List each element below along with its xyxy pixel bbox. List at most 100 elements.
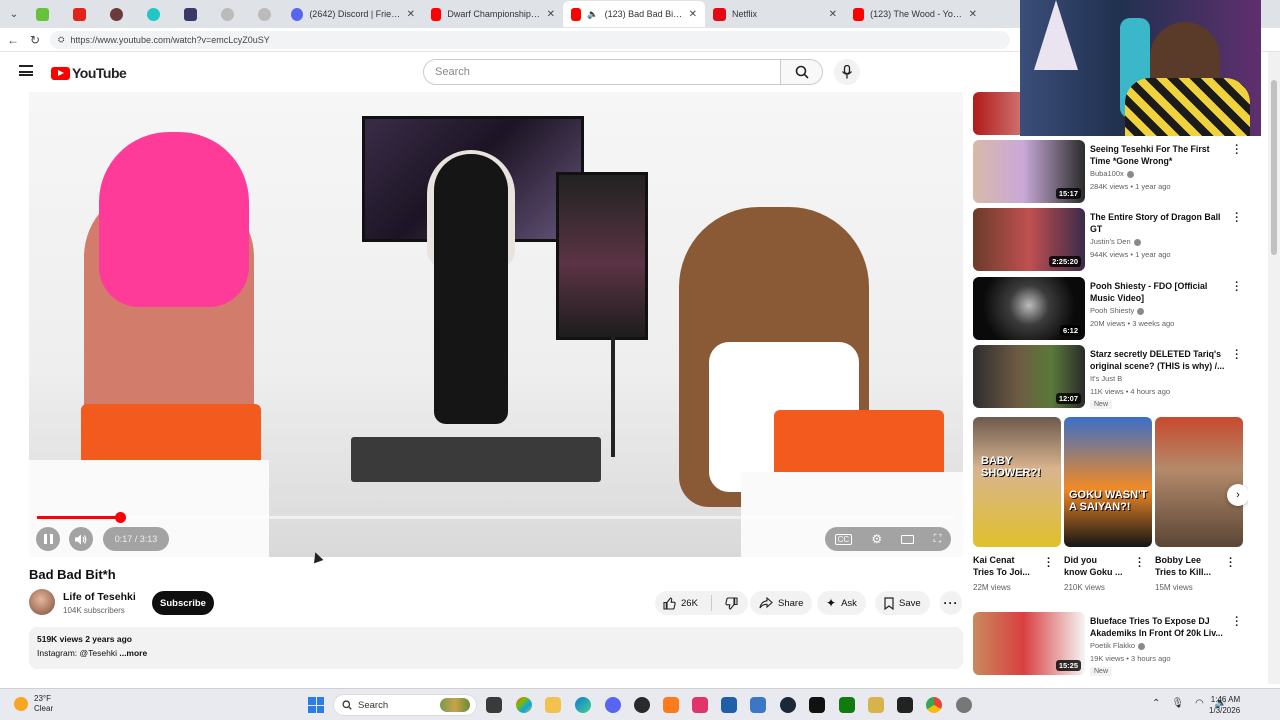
kebab-menu-icon[interactable]: · · ·: [1138, 554, 1142, 573]
tiktok-studio-icon[interactable]: [692, 697, 708, 713]
tab-dwarf-championship[interactable]: Dwarf Championship KO - Yo ✕: [423, 1, 563, 27]
search-input[interactable]: Search: [423, 59, 781, 85]
subscribe-button[interactable]: Subscribe: [152, 591, 214, 615]
file-explorer-icon[interactable]: [545, 697, 561, 713]
video-player[interactable]: 0:17 / 3:13 CC ⚙ ⛶: [29, 92, 963, 557]
settings-gear-icon[interactable]: [956, 697, 972, 713]
kebab-menu-icon[interactable]: · · ·: [1233, 209, 1241, 228]
bookmark-icon: [884, 596, 894, 610]
progress-bar-played: [37, 516, 120, 519]
menu-hamburger-icon[interactable]: [19, 65, 33, 76]
shorts-next-button[interactable]: ›: [1227, 484, 1248, 506]
tab-close-icon[interactable]: ✕: [547, 9, 555, 20]
short-item[interactable]: BABY SHOWER?! Kai Cenat Tries To Joi... …: [973, 417, 1061, 602]
steam-icon[interactable]: [780, 697, 796, 713]
captions-icon[interactable]: CC: [834, 533, 853, 545]
pinned-tab-4[interactable]: [135, 1, 172, 27]
more-actions-button[interactable]: ···: [940, 591, 962, 615]
like-count: 26K: [681, 597, 698, 609]
kebab-menu-icon[interactable]: · · ·: [1047, 554, 1051, 573]
settings-gear-icon[interactable]: ⚙: [871, 532, 882, 546]
search-button[interactable]: [781, 59, 823, 85]
tab-netflix[interactable]: Netflix ✕: [705, 1, 845, 27]
site-info-icon[interactable]: ⛭: [58, 35, 64, 45]
tiktok-icon[interactable]: [809, 697, 825, 713]
taskbar-search[interactable]: Search: [333, 694, 477, 716]
app-r-icon[interactable]: [868, 697, 884, 713]
start-windows-icon[interactable]: [308, 697, 324, 713]
description-box[interactable]: 519K views 2 years ago Instagram: @Teseh…: [29, 627, 963, 669]
app-black-icon[interactable]: [897, 697, 913, 713]
short-thumb-text: BABY SHOWER?!: [981, 455, 1041, 479]
weather-widget[interactable]: 23°F Clear: [14, 694, 53, 714]
pinned-tab-1[interactable]: [24, 1, 61, 27]
tab-bad-bad-bitch[interactable]: 🔈 (123) Bad Bad Bit*h - Yo ✕: [563, 1, 705, 27]
save-button[interactable]: Save: [875, 591, 930, 615]
mail-icon[interactable]: [750, 697, 766, 713]
kebab-menu-icon[interactable]: · · ·: [1233, 613, 1241, 632]
wifi-icon[interactable]: ◠: [1195, 698, 1204, 709]
kebab-menu-icon[interactable]: · · ·: [1233, 278, 1241, 297]
weather-temp: 23°F: [34, 694, 51, 703]
description-more-link[interactable]: ...more: [119, 648, 147, 658]
app-a-icon[interactable]: [663, 697, 679, 713]
sidebar-video-item[interactable]: 15:17 Seeing Tesehki For The First Time …: [973, 140, 1248, 204]
page-scrollbar[interactable]: [1268, 52, 1280, 684]
sidebar-video-title: Blueface Tries To Expose DJ Akademiks In…: [1090, 616, 1223, 638]
pinned-tab-6[interactable]: [209, 1, 246, 27]
kebab-menu-icon[interactable]: · · ·: [1229, 554, 1233, 573]
tab-the-wood[interactable]: (123) The Wood - YouTube ✕: [845, 1, 985, 27]
microphone-icon[interactable]: 🎙: [1171, 698, 1184, 709]
task-view-icon[interactable]: [486, 697, 502, 713]
fullscreen-icon[interactable]: ⛶: [934, 533, 942, 546]
short-item[interactable]: Bobby Lee Tries to Kill... 15M views · · ·: [1155, 417, 1243, 602]
obs-icon[interactable]: [634, 697, 650, 713]
tab-discord[interactable]: (2642) Discord | Friends ✕: [283, 1, 423, 27]
tab-search-chevron-icon[interactable]: ⌄: [4, 4, 24, 24]
kebab-menu-icon[interactable]: · · ·: [1233, 141, 1241, 160]
sidebar-video-channel: Pooh Shiesty: [1090, 306, 1145, 315]
sidebar-video-item[interactable]: 12:07 Starz secretly DELETED Tariq's ori…: [973, 345, 1248, 409]
sidebar-video-item[interactable]: 6:12 Pooh Shiesty - FDO [Official Music …: [973, 277, 1248, 341]
chrome-icon[interactable]: [926, 697, 942, 713]
progress-bar[interactable]: [37, 511, 955, 523]
back-arrow-icon[interactable]: ←: [6, 33, 20, 47]
calculator-icon[interactable]: [721, 697, 737, 713]
dislike-button[interactable]: [717, 591, 746, 615]
xbox-icon[interactable]: [839, 697, 855, 713]
reload-icon[interactable]: ↻: [28, 33, 42, 47]
pause-button[interactable]: [36, 527, 60, 551]
tab-close-icon[interactable]: ✕: [829, 9, 837, 20]
mute-button[interactable]: [69, 527, 93, 551]
voice-search-button[interactable]: [834, 59, 860, 85]
kebab-menu-icon[interactable]: · · ·: [1233, 346, 1241, 365]
progress-scrubber-handle[interactable]: [114, 511, 126, 523]
pinned-tab-5-icon: [184, 7, 197, 21]
channel-avatar[interactable]: [29, 589, 55, 615]
ask-button[interactable]: ✦ Ask: [817, 591, 866, 615]
like-button[interactable]: 26K: [655, 591, 706, 615]
speaker-icon[interactable]: 🔈: [587, 9, 598, 20]
tab-close-icon[interactable]: ✕: [969, 9, 977, 20]
pinned-tab-3[interactable]: [98, 1, 135, 27]
share-button[interactable]: Share: [750, 591, 813, 615]
pinned-tab-7[interactable]: [246, 1, 283, 27]
sidebar-video-item[interactable]: 2:25:20 The Entire Story of Dragon Ball …: [973, 208, 1248, 272]
sidebar-video-item[interactable]: 15:25 Blueface Tries To Expose DJ Akadem…: [973, 612, 1248, 676]
channel-name[interactable]: Life of Tesehki: [63, 591, 136, 603]
pinned-tab-2[interactable]: [61, 1, 98, 27]
short-item[interactable]: GOKU WASN'T A SAIYAN?! Did you know Goku…: [1064, 417, 1152, 602]
tab-close-icon[interactable]: ✕: [689, 9, 697, 20]
edge-icon[interactable]: [575, 697, 591, 713]
taskbar-clock[interactable]: 1:46 AM 1/3/2026: [1209, 694, 1240, 716]
tray-chevron-up-icon[interactable]: ⌃: [1152, 698, 1160, 709]
theater-mode-icon[interactable]: [901, 534, 915, 544]
pinned-tab-5[interactable]: [172, 1, 209, 27]
discord-icon[interactable]: [605, 697, 621, 713]
youtube-logo[interactable]: YouTube: [51, 65, 127, 81]
scrollbar-thumb[interactable]: [1271, 80, 1277, 255]
url-field[interactable]: ⛭ https://www.youtube.com/watch?v=emcLcy…: [50, 30, 1010, 49]
tab-title: (2642) Discord | Friends: [309, 9, 401, 19]
copilot-icon[interactable]: [516, 697, 532, 713]
tab-close-icon[interactable]: ✕: [407, 9, 415, 20]
